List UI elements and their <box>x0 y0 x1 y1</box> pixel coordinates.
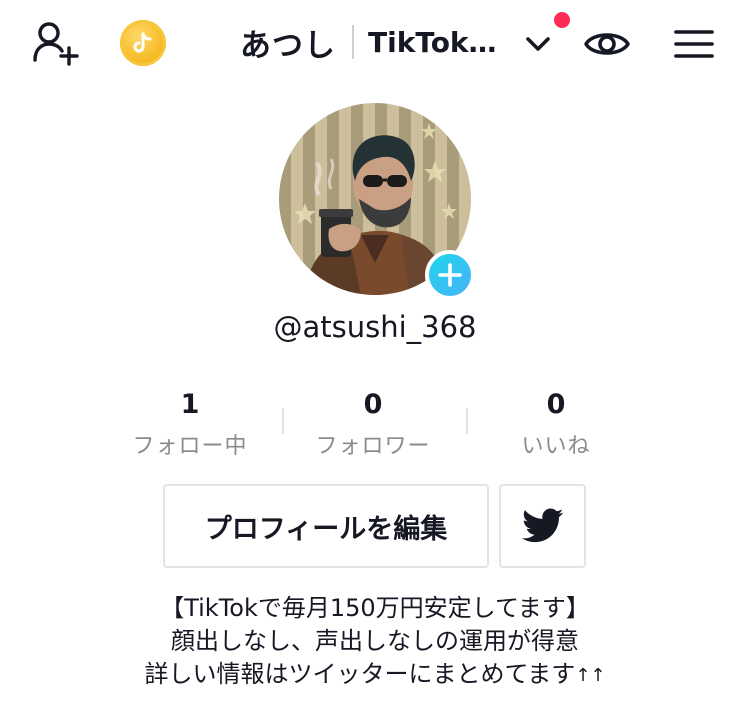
stat-followers-count: 0 <box>363 389 383 420</box>
stat-following-count: 1 <box>180 389 200 420</box>
stat-following[interactable]: 1 フォロー中 <box>100 388 280 460</box>
stat-likes-label: いいね <box>521 434 591 459</box>
plus-icon <box>438 263 462 287</box>
username: @atsushi_368 <box>273 310 477 344</box>
notification-dot <box>554 12 570 28</box>
profile-stats: 1 フォロー中 0 フォロワー 0 いいね <box>100 388 650 460</box>
hamburger-menu-icon[interactable] <box>672 24 716 64</box>
stat-followers[interactable]: 0 フォロワー <box>283 388 463 460</box>
account-switcher[interactable]: あつし TikTok… <box>240 20 497 64</box>
add-friend-icon[interactable] <box>28 18 84 68</box>
account-label: TikTok… <box>368 25 497 59</box>
title-divider <box>352 25 354 59</box>
add-photo-button[interactable] <box>425 250 475 300</box>
stat-following-label: フォロー中 <box>132 434 248 459</box>
tiktok-coin-icon[interactable] <box>120 20 166 66</box>
bio-arrows: ↑↑ <box>575 665 606 686</box>
bio-line-2: 顔出しなし、声出しなしの運用が得意 <box>171 627 579 655</box>
display-name: あつし <box>240 27 336 64</box>
twitter-button[interactable] <box>499 484 586 568</box>
stat-likes-count: 0 <box>546 389 566 420</box>
stat-followers-label: フォロワー <box>315 434 431 459</box>
bio-line-1: 【TikTokで毎月150万円安定してます】 <box>160 594 590 622</box>
edit-profile-button[interactable]: プロフィールを編集 <box>163 484 489 568</box>
top-bar: あつし TikTok… <box>0 0 750 88</box>
bio-line-3-text: 詳しい情報はツイッターにまとめてます <box>144 660 576 688</box>
chevron-down-icon[interactable] <box>522 30 554 58</box>
twitter-bird-icon <box>521 508 563 543</box>
bio-line-3: 詳しい情報はツイッターにまとめてます↑↑ <box>0 658 750 692</box>
stat-likes[interactable]: 0 いいね <box>466 388 646 460</box>
profile-bio: 【TikTokで毎月150万円安定してます】 顔出しなし、声出しなしの運用が得意… <box>0 592 750 692</box>
eye-icon[interactable] <box>582 22 632 66</box>
